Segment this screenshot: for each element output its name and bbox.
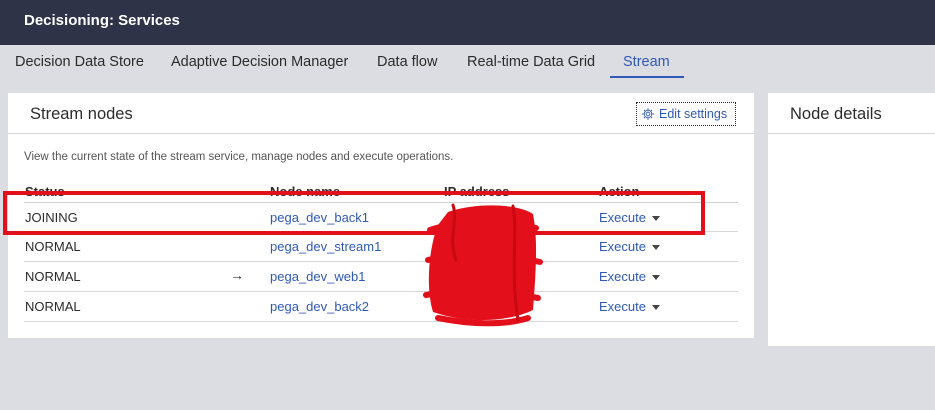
execute-dropdown[interactable]: Execute — [599, 269, 660, 284]
panel-description: View the current state of the stream ser… — [24, 151, 454, 163]
arrow-right-icon: → — [230, 267, 244, 283]
execute-dropdown[interactable]: Execute — [599, 299, 660, 314]
panel-divider — [8, 133, 754, 134]
node-name-link[interactable]: pega_dev_web1 — [270, 269, 365, 284]
execute-label: Execute — [599, 239, 646, 254]
execute-label: Execute — [599, 299, 646, 314]
node-details-panel: Node details — [768, 93, 935, 346]
status-cell: NORMAL — [25, 269, 81, 284]
chevron-down-icon — [651, 305, 660, 311]
app-header: Decisioning: Services — [0, 0, 935, 45]
chevron-down-icon — [651, 275, 660, 281]
active-tab-indicator — [610, 76, 684, 78]
panel-divider — [768, 133, 935, 134]
node-name-link[interactable]: pega_dev_stream1 — [270, 239, 381, 254]
table-row: NORMAL pega_dev_stream1 Execute — [24, 232, 738, 262]
stream-nodes-title: Stream nodes — [30, 105, 133, 123]
node-details-title: Node details — [790, 105, 882, 123]
chevron-down-icon — [651, 245, 660, 251]
tab-adaptive-decision-manager[interactable]: Adaptive Decision Manager — [171, 54, 348, 70]
tab-bar: Decision Data Store Adaptive Decision Ma… — [0, 45, 935, 85]
tab-real-time-data-grid[interactable]: Real-time Data Grid — [467, 54, 595, 70]
node-name-link[interactable]: pega_dev_back2 — [270, 299, 369, 314]
tab-data-flow[interactable]: Data flow — [377, 54, 437, 70]
tab-decision-data-store[interactable]: Decision Data Store — [15, 54, 144, 70]
status-cell: NORMAL — [25, 299, 81, 314]
execute-label: Execute — [599, 269, 646, 284]
gear-icon — [641, 107, 655, 121]
page-title: Decisioning: Services — [24, 12, 180, 29]
table-row: NORMAL → pega_dev_web1 Execute — [24, 262, 738, 292]
edit-settings-label: Edit settings — [659, 107, 728, 121]
edit-settings-button[interactable]: Edit settings — [636, 102, 736, 126]
annotation-highlight-box — [3, 191, 705, 235]
redaction-scribble — [423, 203, 543, 327]
execute-dropdown[interactable]: Execute — [599, 239, 660, 254]
tab-stream[interactable]: Stream — [623, 54, 670, 70]
status-cell: NORMAL — [25, 239, 81, 254]
table-row: NORMAL pega_dev_back2 Execute — [24, 292, 738, 322]
